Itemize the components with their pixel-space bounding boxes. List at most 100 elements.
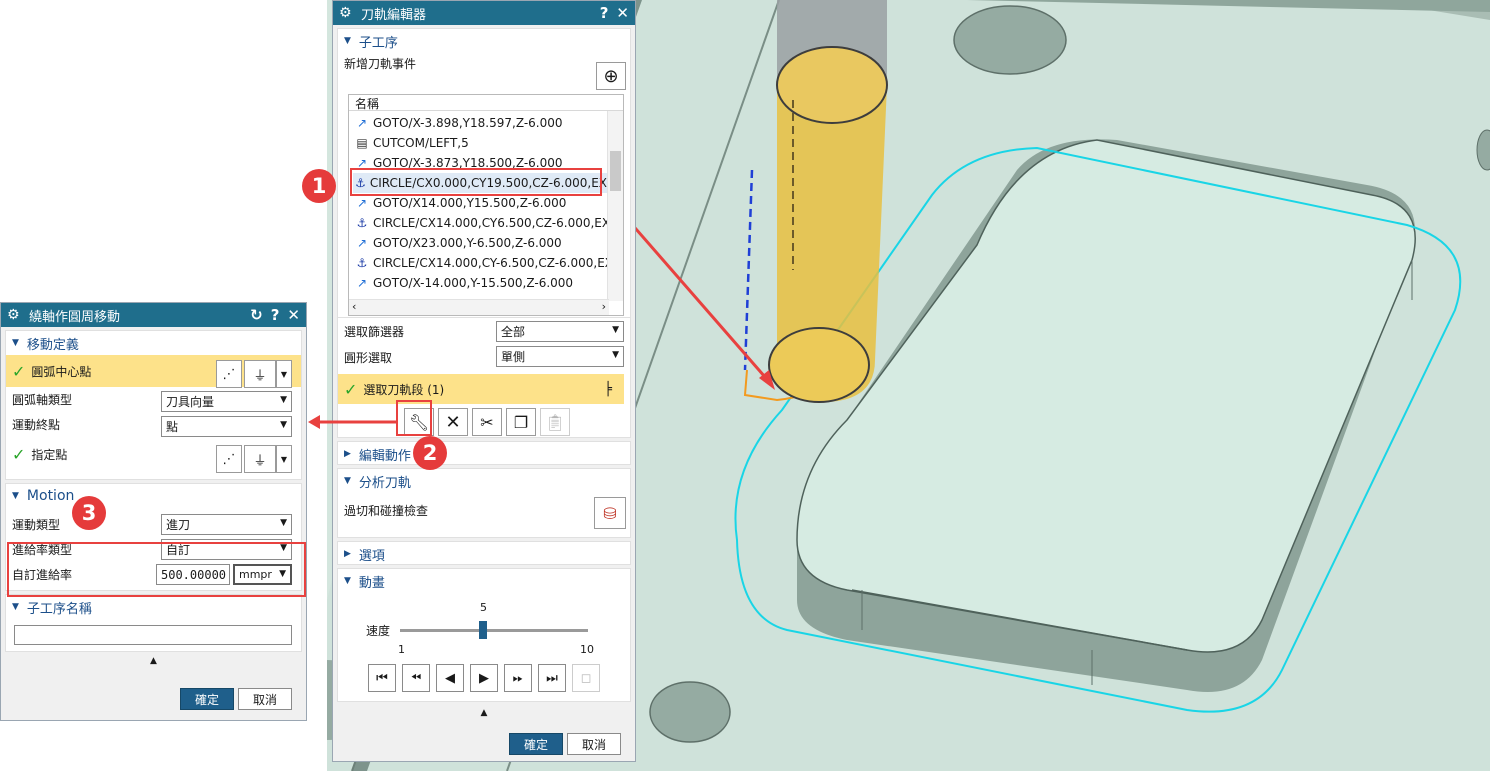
gouge-check-button[interactable]: ⛁ [594,497,626,529]
close-button[interactable]: ✕ [287,306,300,324]
scrollbar-thumb[interactable] [610,151,621,191]
help-button[interactable]: ? [271,306,280,324]
list-item-label: CUTCOM/LEFT,5 [373,136,469,150]
reset-button[interactable]: ↻ [250,306,263,324]
stop-icon: ◻ [580,670,592,686]
point-type-button[interactable]: ⏚ [244,360,276,388]
speed-min-label: 1 [398,643,405,656]
stop-button[interactable]: ◻ [572,664,600,692]
fast-forward-end-button[interactable]: ⏭ [538,664,566,692]
speed-slider-track[interactable] [400,629,588,632]
cut-button[interactable]: ✂ [472,408,502,436]
ok-button[interactable]: 確定 [509,733,563,755]
paste-button[interactable]: 📋︎ [540,408,570,436]
select-filter-label: 選取篩選器 [344,324,405,339]
collapsed-triangle-icon: ▶ [344,549,351,559]
point-type-dropdown[interactable]: ▼ [276,360,292,388]
list-item[interactable]: ⚓ CIRCLE/CX14.000,CY6.500,CZ-6.000,EX [353,213,611,233]
list-item[interactable]: ▤ CUTCOM/LEFT,5 [353,133,469,153]
circular-move-titlebar: ⚙ 繞軸作圓周移動 ↻ ? ✕ [1,303,306,327]
tool-path-editor-titlebar: ⚙ 刀軌編輯器 ? ✕ [333,1,635,25]
specify-point-type-button[interactable]: ⏚ [244,445,276,473]
checkmark-icon: ✓ [12,361,26,381]
add-event-button[interactable]: ⊕ [596,62,626,90]
sub-operation-header[interactable]: ▼ 子工序 [338,29,630,53]
dialog-title: 繞軸作圓周移動 [29,309,121,325]
play-button[interactable]: ▶ [470,664,498,692]
sub-op-name-header[interactable]: ▼ 子工序名稱 [6,595,301,619]
play-reverse-button[interactable]: ◀ [436,664,464,692]
point-dots-icon: ⋰ [222,451,236,467]
rewind-to-start-button[interactable]: ⏮ [368,664,396,692]
arc-axis-type-label: 圓弧軸類型 [12,393,73,407]
play-reverse-icon: ◀ [445,670,455,686]
animation-header[interactable]: ▼ 動畫 [338,569,630,593]
copy-button[interactable]: ❐ [506,408,536,436]
rewind-start-icon: ⏮ [376,670,388,686]
analyze-header[interactable]: ▼ 分析刀軌 [338,469,630,493]
chevron-down-icon: ▼ [280,395,287,405]
scroll-right-icon[interactable]: › [602,300,606,313]
select-segment-row[interactable]: ✓ 選取刀軌段 (1) [338,374,594,404]
vertical-scrollbar[interactable] [607,111,623,301]
annotation-badge-2: 2 [413,436,447,470]
list-item[interactable]: ↗ GOTO/X14.000,Y15.500,Z-6.000 [353,193,566,213]
segment-select-option-icon[interactable]: ╞ [592,374,624,404]
chevron-down-icon: ▼ [612,325,619,335]
specify-point-dialog-button[interactable]: ⋰ [216,445,242,473]
ok-button[interactable]: 確定 [180,688,234,710]
cancel-button[interactable]: 取消 [238,688,292,710]
gear-icon: ⚙ [7,307,20,323]
arc-axis-type-dropdown[interactable]: 刀具向量 ▼ [161,391,292,412]
point-dialog-button[interactable]: ⋰ [216,360,242,388]
speed-slider-thumb[interactable] [479,621,488,639]
horizontal-scrollbar[interactable]: ‹ › [349,299,609,315]
highlight-box-feed-rows [7,542,306,597]
close-button[interactable]: ✕ [616,4,629,22]
list-item[interactable]: ↗ GOTO/X-3.898,Y18.597,Z-6.000 [353,113,563,133]
checkmark-icon: ✓ [12,444,26,464]
move-end-dropdown[interactable]: 點 ▼ [161,416,292,437]
collapse-dialog-arrow[interactable]: ▲ [1,656,306,666]
move-definition-section: ▼ 移動定義 ✓ 圓弧中心點 ⋰ ⏚ ▼ 圓弧軸類型 刀具向量 ▼ 運動終點 點 ▼… [5,330,302,480]
circular-move-dialog: ⚙ 繞軸作圓周移動 ↻ ? ✕ ▼ 移動定義 ✓ 圓弧中心點 ⋰ ⏚ ▼ 圓弧軸… [0,302,307,721]
gouge-check-label: 過切和碰撞檢查 [344,503,429,518]
scroll-left-icon[interactable]: ‹ [352,300,356,313]
delete-button[interactable]: ✕ [438,408,468,436]
expand-triangle-icon: ▼ [12,338,19,348]
speed-max-label: 10 [580,643,594,656]
goto-line-icon: ↗ [356,236,368,250]
goto-line-icon: ↗ [356,276,368,290]
list-item-label: GOTO/X-14.000,Y-15.500,Z-6.000 [373,276,574,290]
circle-select-label: 圓形選取 [344,350,393,365]
circle-select-dropdown[interactable]: 單側 ▼ [496,346,624,367]
annotation-arrow-to-dialog [308,415,396,429]
list-column-name: 名稱 [349,95,623,111]
options-header[interactable]: ▶ 選項 [338,542,630,566]
annotation-badge-3: 3 [72,496,106,530]
chevron-down-icon: ▼ [280,518,287,528]
motion-header[interactable]: ▼ Motion [6,484,301,508]
help-button[interactable]: ? [600,4,609,22]
circle-arc-icon: ⚓ [356,216,368,230]
tool-path-event-list[interactable]: 名稱 ↗ GOTO/X-3.898,Y18.597,Z-6.000 ▤ CUTCOM/… [348,94,624,316]
cancel-button[interactable]: 取消 [567,733,621,755]
edit-actions-header[interactable]: ▶ 編輯動作 [338,442,630,466]
move-type-dropdown[interactable]: 進刀 ▼ [161,514,292,535]
move-type-label: 運動類型 [12,518,61,532]
move-definition-header[interactable]: ▼ 移動定義 [6,331,301,355]
list-item-label: CIRCLE/CX14.000,CY6.500,CZ-6.000,EX [373,216,611,230]
step-back-button[interactable]: ⏪︎ [402,664,430,692]
ground-point-icon: ⏚ [253,368,267,384]
specify-point-type-dropdown[interactable]: ▼ [276,445,292,473]
list-item[interactable]: ↗ GOTO/X23.000,Y-6.500,Z-6.000 [353,233,562,253]
ground-point-icon: ⏚ [253,453,267,469]
list-item[interactable]: ⚓ CIRCLE/CX14.000,CY-6.500,CZ-6.000,EX [353,253,613,273]
select-filter-dropdown[interactable]: 全部 ▼ [496,321,624,342]
step-forward-button[interactable]: ⏩︎ [504,664,532,692]
add-event-label: 新增刀軌事件 [344,56,417,71]
collapse-dialog-arrow[interactable]: ▲ [333,708,635,718]
sub-op-name-input[interactable] [14,625,292,645]
list-item[interactable]: ↗ GOTO/X-14.000,Y-15.500,Z-6.000 [353,273,573,293]
forward-end-icon: ⏭ [546,670,558,686]
